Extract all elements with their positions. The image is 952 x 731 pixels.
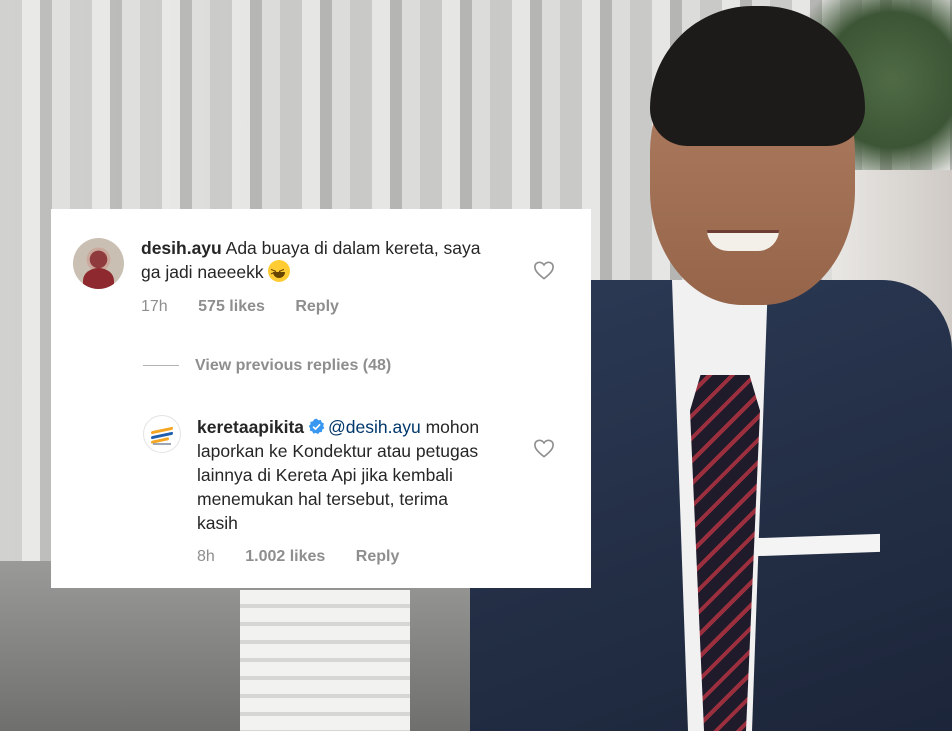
view-previous-label: View previous replies (48) bbox=[195, 357, 392, 374]
comment-meta: 17h 575 likes Reply bbox=[141, 298, 365, 316]
brand-avatar[interactable] bbox=[143, 415, 181, 453]
divider-line bbox=[143, 365, 179, 367]
comment-likes[interactable]: 575 likes bbox=[198, 298, 265, 315]
pillar-base bbox=[240, 590, 410, 731]
avatar-figure bbox=[83, 268, 114, 289]
reply-likes[interactable]: 1.002 likes bbox=[245, 548, 325, 565]
heart-icon[interactable] bbox=[533, 260, 555, 280]
reply-username[interactable]: keretaapikita bbox=[197, 417, 304, 437]
view-previous-replies[interactable]: View previous replies (48) bbox=[143, 357, 391, 375]
comment-time: 17h bbox=[141, 298, 168, 315]
grinning-squinting-face-icon bbox=[267, 260, 290, 285]
reply-button[interactable]: Reply bbox=[356, 548, 400, 565]
smile bbox=[707, 230, 779, 251]
hair bbox=[650, 6, 865, 146]
reply-body: keretaapikita @desih.ayu mohon laporkan … bbox=[197, 415, 487, 535]
reply-button[interactable]: Reply bbox=[295, 298, 339, 315]
reply-mention[interactable]: @desih.ayu bbox=[328, 417, 421, 437]
verified-badge-icon bbox=[308, 418, 325, 435]
comment-body: desih.ayu Ada buaya di dalam kereta, say… bbox=[141, 236, 491, 285]
reply-meta: 8h 1.002 likes Reply bbox=[197, 548, 425, 566]
reply-time: 8h bbox=[197, 548, 215, 565]
comment-card: desih.ayu Ada buaya di dalam kereta, say… bbox=[51, 209, 591, 588]
user-avatar[interactable] bbox=[73, 238, 124, 289]
comment-username[interactable]: desih.ayu bbox=[141, 238, 222, 258]
logo-caption bbox=[153, 443, 171, 445]
heart-icon[interactable] bbox=[533, 438, 555, 458]
